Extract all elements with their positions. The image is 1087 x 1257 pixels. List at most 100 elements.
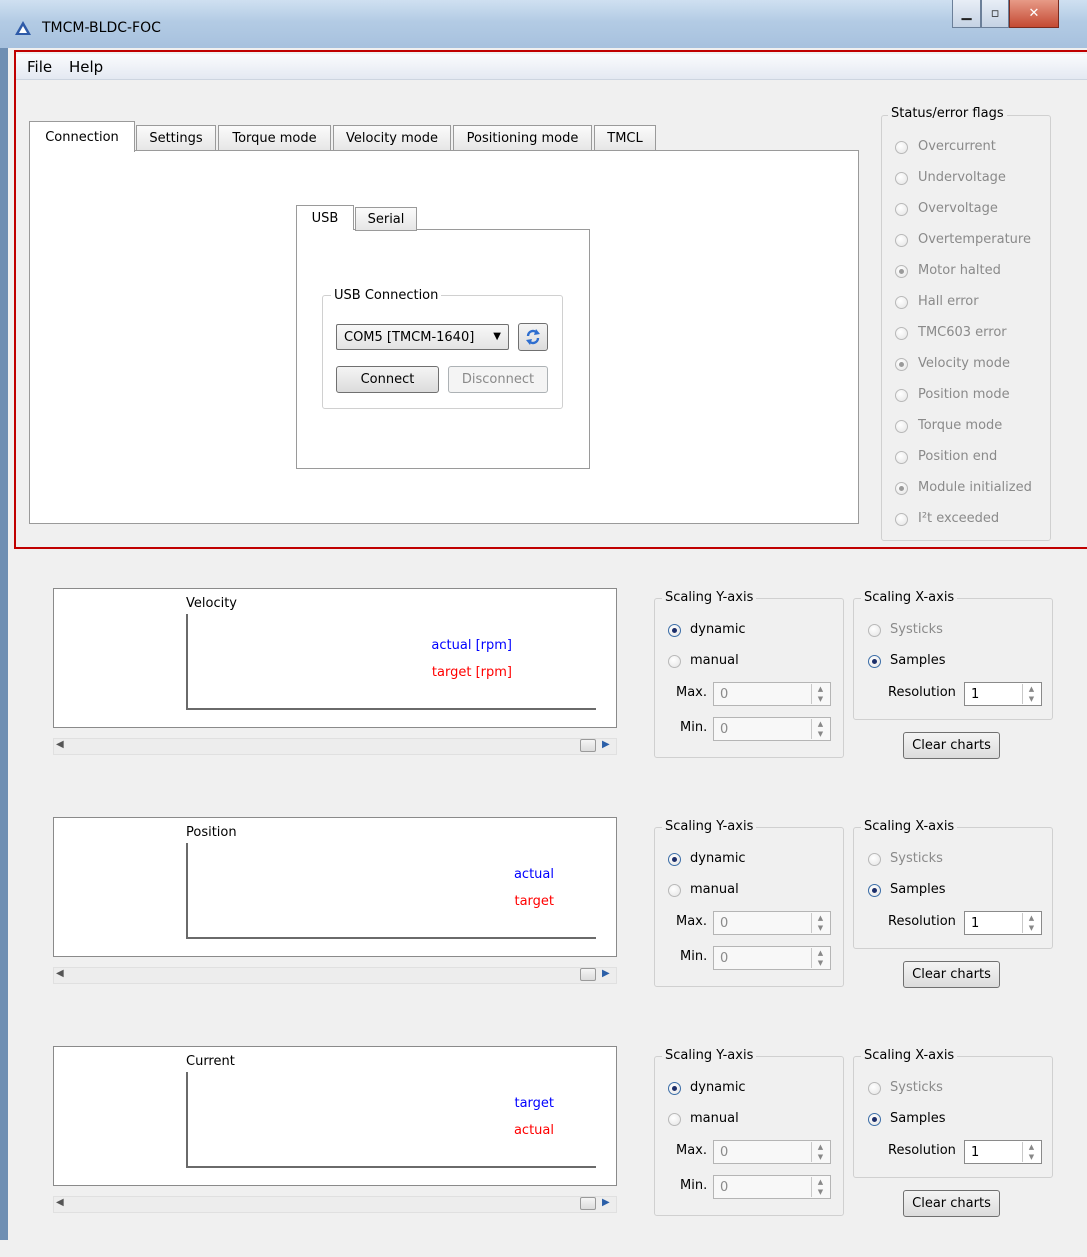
- max-input-value: 0: [720, 686, 729, 702]
- chart-legend-2: target: [514, 894, 554, 909]
- scroll-thumb[interactable]: [580, 968, 596, 981]
- scroll-left-icon[interactable]: ◀: [56, 968, 64, 979]
- status-flag-radio: [895, 234, 908, 247]
- samples-radio[interactable]: [868, 884, 881, 897]
- manual-radio[interactable]: [668, 655, 681, 668]
- scroll-left-icon[interactable]: ◀: [56, 1197, 64, 1208]
- maximize-button[interactable]: ▫: [981, 0, 1009, 28]
- resolution-input[interactable]: 1 ▲ ▼: [964, 1140, 1042, 1164]
- chart-legend-1: actual: [513, 867, 554, 882]
- dynamic-radio[interactable]: [668, 1082, 681, 1095]
- status-flag-label: Velocity mode: [918, 356, 1010, 371]
- systicks-label: Systicks: [890, 851, 943, 866]
- spin-arrows-icon[interactable]: ▲ ▼: [1022, 913, 1040, 933]
- spin-arrows-icon[interactable]: ▲ ▼: [811, 948, 829, 968]
- max-input[interactable]: 0 ▲ ▼: [713, 682, 831, 706]
- clear-charts-button[interactable]: Clear charts: [903, 961, 1000, 988]
- close-icon: ✕: [1028, 6, 1040, 21]
- resolution-input[interactable]: 1 ▲ ▼: [964, 682, 1042, 706]
- clear-charts-button[interactable]: Clear charts: [903, 732, 1000, 759]
- refresh-ports-button[interactable]: [518, 323, 548, 351]
- status-flag-label: Position end: [918, 449, 998, 464]
- status-flag-label: Overtemperature: [918, 232, 1031, 247]
- min-input-value: 0: [720, 1179, 729, 1195]
- spin-arrows-icon[interactable]: ▲ ▼: [1022, 1142, 1040, 1162]
- connect-button[interactable]: Connect: [336, 366, 439, 393]
- systicks-label: Systicks: [890, 622, 943, 637]
- tab-velocity-mode[interactable]: Velocity mode: [333, 125, 451, 151]
- samples-radio[interactable]: [868, 1113, 881, 1126]
- chart-y-axis: [186, 1072, 188, 1168]
- port-select-value: COM5 [TMCM-1640]: [344, 329, 475, 345]
- scroll-thumb[interactable]: [580, 1197, 596, 1210]
- scaling-x-title: Scaling X-axis: [861, 1048, 958, 1063]
- chart-legend-1: target: [514, 1096, 554, 1111]
- spin-arrows-icon[interactable]: ▲ ▼: [811, 1142, 829, 1162]
- chart-scrollbar[interactable]: [53, 1196, 617, 1213]
- max-input[interactable]: 0 ▲ ▼: [713, 911, 831, 935]
- dynamic-radio[interactable]: [668, 624, 681, 637]
- chart-x-axis: [186, 708, 596, 710]
- resolution-label: Resolution: [888, 914, 956, 929]
- min-input-value: 0: [720, 950, 729, 966]
- chart-title: Position: [186, 825, 237, 840]
- close-button[interactable]: ✕: [1009, 0, 1059, 28]
- samples-radio[interactable]: [868, 655, 881, 668]
- clear-charts-button[interactable]: Clear charts: [903, 1190, 1000, 1217]
- scroll-left-icon[interactable]: ◀: [56, 739, 64, 750]
- status-flag-label: Undervoltage: [918, 170, 1006, 185]
- tab-torque-mode[interactable]: Torque mode: [218, 125, 331, 151]
- spin-arrows-icon[interactable]: ▲ ▼: [811, 1177, 829, 1197]
- tab-tmcl[interactable]: TMCL: [594, 125, 656, 151]
- chart-title: Current: [186, 1054, 235, 1069]
- scaling-y-title: Scaling Y-axis: [662, 590, 757, 605]
- status-flag-label: I²t exceeded: [918, 511, 1000, 526]
- chart-legend-1: actual [rpm]: [431, 638, 512, 653]
- scroll-right-icon[interactable]: ▶: [602, 739, 610, 750]
- dynamic-radio[interactable]: [668, 853, 681, 866]
- maximize-icon: ▫: [990, 6, 1000, 21]
- resolution-input-value: 1: [971, 686, 980, 702]
- scroll-thumb[interactable]: [580, 739, 596, 752]
- manual-radio[interactable]: [668, 884, 681, 897]
- spin-arrows-icon[interactable]: ▲ ▼: [811, 719, 829, 739]
- port-select[interactable]: COM5 [TMCM-1640] ▼: [336, 324, 509, 350]
- min-input[interactable]: 0 ▲ ▼: [713, 1175, 831, 1199]
- systicks-radio[interactable]: [868, 624, 881, 637]
- min-input[interactable]: 0 ▲ ▼: [713, 717, 831, 741]
- manual-label: manual: [690, 1111, 739, 1126]
- resolution-input[interactable]: 1 ▲ ▼: [964, 911, 1042, 935]
- scroll-right-icon[interactable]: ▶: [602, 1197, 610, 1208]
- spin-arrows-icon[interactable]: ▲ ▼: [1022, 684, 1040, 704]
- scroll-right-icon[interactable]: ▶: [602, 968, 610, 979]
- chart-y-axis: [186, 843, 188, 939]
- systicks-radio[interactable]: [868, 853, 881, 866]
- min-input[interactable]: 0 ▲ ▼: [713, 946, 831, 970]
- status-flag-label: Overvoltage: [918, 201, 998, 216]
- status-flag-radio: [895, 482, 908, 495]
- tab-settings[interactable]: Settings: [136, 125, 216, 151]
- status-flag-radio: [895, 420, 908, 433]
- minimize-button[interactable]: ▁: [952, 0, 981, 28]
- status-flag-label: Overcurrent: [918, 139, 996, 154]
- tab-connection[interactable]: Connection: [29, 121, 135, 152]
- manual-radio[interactable]: [668, 1113, 681, 1126]
- chart-legend-2: target [rpm]: [431, 665, 512, 680]
- spin-arrows-icon[interactable]: ▲ ▼: [811, 913, 829, 933]
- systicks-radio[interactable]: [868, 1082, 881, 1095]
- tab-positioning-mode[interactable]: Positioning mode: [453, 125, 592, 151]
- chart-title: Velocity: [186, 596, 237, 611]
- chart-scrollbar[interactable]: [53, 738, 617, 755]
- status-flag-radio: [895, 513, 908, 526]
- chart-0-plot: [53, 588, 617, 728]
- spin-arrows-icon[interactable]: ▲ ▼: [811, 684, 829, 704]
- manual-label: manual: [690, 653, 739, 668]
- subtab-serial[interactable]: Serial: [355, 207, 417, 231]
- chart-scrollbar[interactable]: [53, 967, 617, 984]
- subtab-usb[interactable]: USB: [296, 205, 354, 230]
- max-input[interactable]: 0 ▲ ▼: [713, 1140, 831, 1164]
- disconnect-button[interactable]: Disconnect: [448, 366, 548, 393]
- scaling-x-title: Scaling X-axis: [861, 590, 958, 605]
- status-flag-label: Hall error: [918, 294, 979, 309]
- chart-legend-2: actual: [513, 1123, 554, 1138]
